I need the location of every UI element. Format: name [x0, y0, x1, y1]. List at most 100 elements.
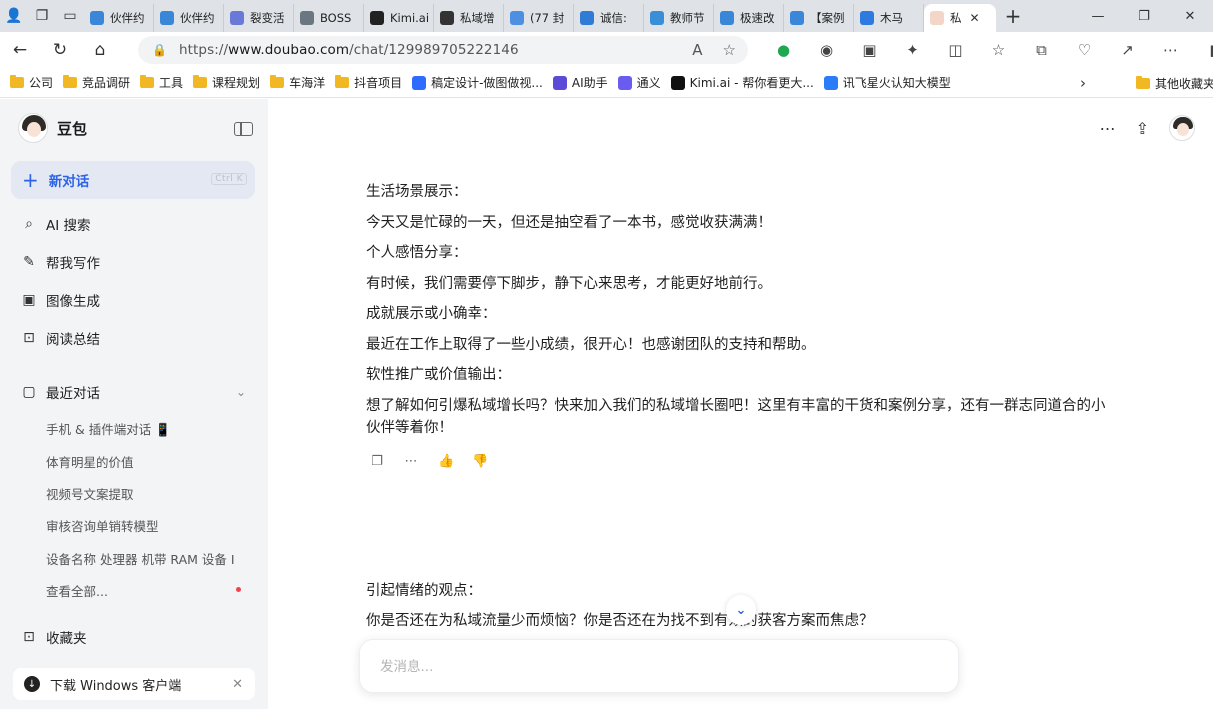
browser-tab[interactable]: 私域增: [434, 4, 504, 32]
sidebar-item-favorites[interactable]: ⊡ 收藏夹: [20, 625, 86, 649]
site-favicon-icon: [670, 75, 685, 90]
bookmark-item[interactable]: 竞品调研: [63, 74, 130, 91]
recent-chat-item[interactable]: 审核咨询单销转模型: [46, 516, 236, 535]
back-icon[interactable]: ←: [0, 32, 40, 68]
share-icon[interactable]: ⇪: [1136, 119, 1149, 138]
sidebar-item-writing[interactable]: ✎ 帮我写作: [20, 250, 100, 274]
reload-icon[interactable]: ↻: [40, 32, 80, 68]
browser-tab[interactable]: 木马: [854, 4, 924, 32]
browser-tab[interactable]: 极速改: [714, 4, 784, 32]
recent-chat-item[interactable]: 手机 & 插件端对话 📱: [46, 419, 236, 438]
close-tab-icon[interactable]: ✕: [970, 11, 980, 25]
pen-icon: ✎: [23, 254, 35, 270]
folder-icon: [193, 75, 208, 88]
bookmark-item[interactable]: 讯飞星火认知大模型: [823, 74, 951, 91]
favorites-icon[interactable]: ☆: [977, 41, 1020, 59]
bookmark-item[interactable]: 车海洋: [270, 74, 325, 91]
browser-tab[interactable]: 伙伴约: [84, 4, 154, 32]
more-options-icon[interactable]: ⋯: [1100, 119, 1116, 138]
camera-icon[interactable]: ◉: [805, 41, 848, 59]
image-icon: ▣: [22, 292, 36, 308]
profile-icon[interactable]: 👤: [0, 0, 28, 32]
recent-chat-item[interactable]: 设备名称 处理器 机带 RAM 设备 I: [46, 549, 236, 568]
thumbs-down-icon[interactable]: 👎: [472, 454, 488, 469]
tab-title: 裂变活: [250, 11, 285, 25]
browser-tab[interactable]: (77 封: [504, 4, 574, 32]
sidebar-toggle-icon[interactable]: ▮: [1192, 41, 1213, 59]
tab-title: 诚信:: [600, 11, 627, 25]
tab-active[interactable]: 私 ✕: [924, 4, 996, 32]
minimize-icon[interactable]: —: [1075, 0, 1121, 32]
tab-collections-icon[interactable]: ⧉: [1020, 41, 1063, 59]
bookmark-icon: ⊡: [23, 629, 35, 645]
browser-tab[interactable]: 【案例: [784, 4, 854, 32]
brand-name: 豆包: [57, 119, 88, 138]
bookmark-item[interactable]: 抖音项目: [335, 74, 402, 91]
browser-essentials-icon[interactable]: ♡: [1063, 41, 1106, 59]
tab-actions-icon[interactable]: ▭: [56, 0, 84, 32]
sidebar-item-ai-search[interactable]: ⌕ AI 搜索: [20, 212, 90, 236]
bookmark-item[interactable]: 公司: [10, 74, 53, 91]
tab-favicon-icon: [90, 11, 104, 25]
new-tab-button[interactable]: +: [996, 0, 1030, 32]
extensions-icon[interactable]: ✦: [891, 41, 934, 59]
recent-chat-item[interactable]: 视频号文案提取: [46, 484, 236, 503]
thumbs-up-icon[interactable]: 👍: [438, 454, 454, 469]
maximize-icon[interactable]: ❐: [1121, 0, 1167, 32]
browser-tab[interactable]: 诚信:: [574, 4, 644, 32]
unread-dot: [236, 587, 241, 592]
tab-favicon-icon: [510, 11, 524, 25]
recent-chat-item[interactable]: 体育明星的价值: [46, 452, 236, 471]
workspaces-icon[interactable]: ❐: [28, 0, 56, 32]
bookmark-item[interactable]: 通义: [617, 74, 661, 91]
browser-tab[interactable]: 教师节: [644, 4, 714, 32]
folder-icon: [335, 75, 350, 88]
message-input[interactable]: [380, 656, 880, 678]
tab-favicon-icon: [720, 11, 734, 25]
tab-favicon-icon: [580, 11, 594, 25]
sidebar-item-image-gen[interactable]: ▣ 图像生成: [20, 288, 100, 312]
bookmark-item[interactable]: Kimi.ai - 帮你看更大...: [670, 74, 814, 91]
other-bookmarks[interactable]: 其他收藏夹: [1136, 68, 1213, 98]
new-chat-button[interactable]: + 新对话 Ctrl K: [11, 161, 255, 199]
download-client-banner[interactable]: ↓ 下载 Windows 客户端 ✕: [13, 668, 255, 700]
favorite-star-icon[interactable]: ☆: [723, 41, 736, 59]
brand[interactable]: 豆包: [18, 113, 87, 143]
share-icon[interactable]: ↗: [1106, 41, 1149, 59]
bookmark-item[interactable]: AI助手: [552, 74, 608, 91]
split-screen-icon[interactable]: ◫: [934, 41, 977, 59]
copy-icon[interactable]: ❐: [370, 454, 384, 469]
recent-chats-header[interactable]: ▢ 最近对话 ⌄: [20, 380, 250, 404]
user-avatar[interactable]: [1169, 115, 1195, 141]
browser-tab[interactable]: 裂变活: [224, 4, 294, 32]
chevron-down-icon[interactable]: ⌄: [236, 385, 246, 399]
bookmark-item[interactable]: 稿定设计-做图做视...: [412, 74, 543, 91]
bookmarks-overflow-icon[interactable]: ›: [1080, 68, 1086, 98]
view-all-link[interactable]: 查看全部...: [46, 581, 236, 600]
more-icon[interactable]: ⋯: [1149, 41, 1192, 59]
extension-shield-icon[interactable]: ●: [762, 41, 805, 59]
tab-favicon-icon: [440, 11, 454, 25]
bookmark-item[interactable]: 工具: [140, 74, 183, 91]
home-icon[interactable]: ⌂: [80, 32, 120, 68]
tab-favicon-icon: [300, 11, 314, 25]
lock-icon[interactable]: 🔒: [152, 43, 167, 57]
more-icon[interactable]: ⋯: [404, 454, 418, 469]
bookmark-item[interactable]: 课程规划: [193, 74, 260, 91]
close-icon[interactable]: ✕: [232, 677, 243, 692]
sidebar-item-reading[interactable]: ⊡ 阅读总结: [20, 326, 100, 350]
browser-tab[interactable]: Kimi.ai: [364, 4, 434, 32]
read-aloud-icon[interactable]: A: [692, 41, 702, 59]
browser-tab[interactable]: BOSS: [294, 4, 364, 32]
url-text[interactable]: https://www.doubao.com/chat/129989705222…: [179, 42, 519, 58]
collapse-sidebar-icon[interactable]: [234, 122, 253, 136]
window-close-icon[interactable]: ✕: [1167, 0, 1213, 32]
message-composer[interactable]: [359, 639, 959, 693]
browser-tab[interactable]: 伙伴约: [154, 4, 224, 32]
message-line: 生活场景展示：: [366, 184, 468, 200]
tab-title: 伙伴约: [180, 11, 215, 25]
scroll-to-bottom-button[interactable]: ⌄: [726, 595, 756, 625]
folder-icon: [140, 75, 155, 88]
collections-icon[interactable]: ▣: [848, 41, 891, 59]
url-bar[interactable]: 🔒 https://www.doubao.com/chat/1299897052…: [138, 36, 748, 64]
